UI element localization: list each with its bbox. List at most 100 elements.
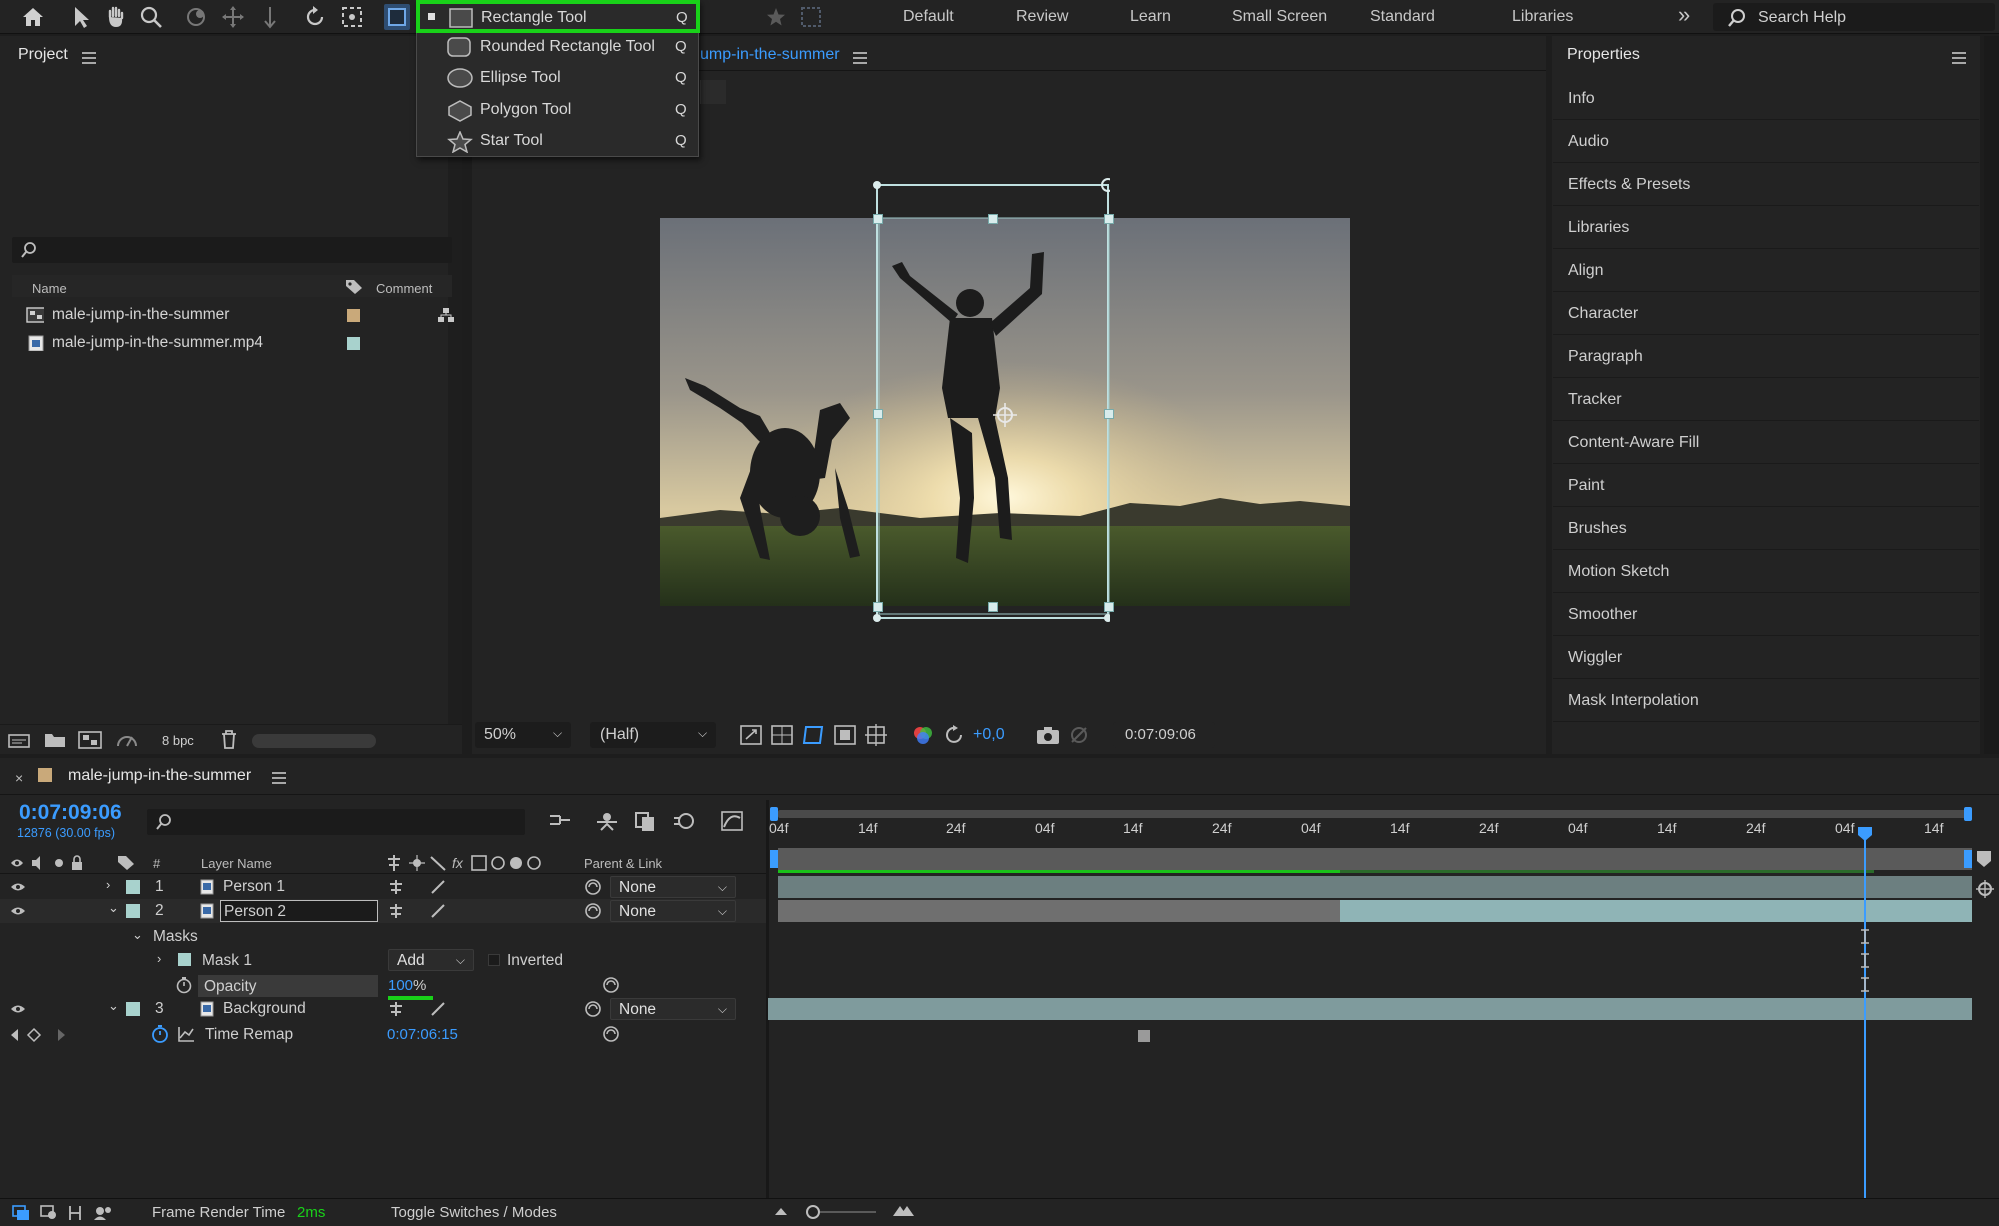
mask-handle[interactable] — [1104, 602, 1114, 612]
column-layer-name[interactable]: Layer Name — [201, 856, 272, 871]
label-tag-icon[interactable] — [117, 855, 135, 871]
workspace-default[interactable]: Default — [903, 8, 954, 26]
playhead-handle[interactable] — [1857, 826, 1873, 842]
mask-handle[interactable] — [1104, 214, 1114, 224]
project-item-comp[interactable]: male-jump-in-the-summer — [22, 303, 455, 327]
inverted-checkbox[interactable] — [488, 954, 500, 966]
home-icon[interactable] — [20, 4, 46, 30]
color-channels-icon[interactable] — [912, 725, 934, 745]
marker-icon[interactable] — [1974, 850, 1994, 868]
shy-switch-icon[interactable] — [388, 879, 404, 895]
time-remap-value[interactable]: 0:07:06:15 — [387, 1026, 458, 1043]
eye-icon[interactable] — [10, 904, 26, 918]
resolution-dropdown[interactable]: (Half) ⌵ — [590, 722, 716, 748]
transfer-controls-icon[interactable] — [40, 1205, 58, 1221]
mask-handle[interactable] — [873, 409, 883, 419]
keyframe-navigator[interactable] — [10, 1027, 66, 1043]
layer-bar-2[interactable] — [1340, 900, 1972, 922]
reset-exposure-icon[interactable] — [944, 725, 966, 745]
layer-label-swatch[interactable] — [126, 1002, 140, 1016]
shy-switch-icon[interactable] — [388, 903, 404, 919]
panel-paragraph[interactable]: Paragraph — [1553, 336, 1979, 378]
parent-dropdown[interactable]: None ⌵ — [610, 900, 736, 922]
selection-tool-icon[interactable] — [68, 4, 94, 30]
quality-switch-icon[interactable] — [430, 1001, 446, 1017]
time-navigator-start[interactable] — [770, 807, 778, 821]
pick-whip-icon[interactable] — [602, 976, 620, 994]
opacity-value[interactable]: 100% — [388, 977, 426, 994]
panel-brushes[interactable]: Brushes — [1553, 508, 1979, 550]
eye-icon[interactable] — [10, 880, 26, 894]
menu-item-star-tool[interactable]: Star Tool Q — [417, 126, 698, 157]
graph-icon[interactable] — [177, 1026, 195, 1042]
collapse-chevron-icon[interactable]: ⌄ — [108, 998, 119, 1014]
quality-switch-icon[interactable] — [430, 903, 446, 919]
workspace-small-screen[interactable]: Small Screen — [1232, 8, 1327, 26]
shape-tool-icon[interactable] — [384, 4, 410, 30]
panel-menu-icon[interactable] — [1952, 52, 1966, 64]
fast-previews-icon[interactable] — [740, 725, 762, 745]
layer-name[interactable]: Background — [223, 1000, 306, 1018]
workspace-libraries[interactable]: Libraries — [1512, 8, 1573, 26]
layer-name[interactable]: Person 1 — [223, 878, 285, 896]
collapse-chevron-icon[interactable]: ⌄ — [132, 927, 143, 943]
bit-depth-label[interactable]: 8 bpc — [162, 733, 194, 748]
exposure-value[interactable]: +0,0 — [973, 726, 1005, 744]
project-item-footage[interactable]: male-jump-in-the-summer.mp4 — [22, 331, 452, 355]
stopwatch-icon[interactable] — [175, 976, 193, 994]
menu-item-ellipse-tool[interactable]: Ellipse Tool Q — [417, 63, 698, 94]
close-tab-icon[interactable]: × — [15, 770, 23, 786]
thumbnail-size-slider[interactable] — [252, 734, 376, 748]
menu-item-polygon-tool[interactable]: Polygon Tool Q — [417, 95, 698, 126]
interpret-footage-icon[interactable] — [8, 731, 30, 749]
pick-whip-icon[interactable] — [584, 1000, 602, 1018]
new-composition-icon[interactable] — [78, 731, 102, 749]
layer-name-edit-field[interactable]: Person 2 — [220, 900, 378, 922]
panel-motion-sketch[interactable]: Motion Sketch — [1553, 551, 1979, 593]
workspace-learn[interactable]: Learn — [1130, 8, 1171, 26]
pick-whip-icon[interactable] — [584, 902, 602, 920]
project-scrollbar[interactable] — [448, 104, 462, 754]
layer-bar-1[interactable] — [778, 876, 1972, 898]
panel-paint[interactable]: Paint — [1553, 465, 1979, 507]
grid-icon[interactable] — [798, 4, 824, 30]
shy-switch-icon[interactable] — [388, 1001, 404, 1017]
mask-handle[interactable] — [988, 602, 998, 612]
mask-visibility-icon[interactable] — [802, 725, 824, 745]
layer-bar-3[interactable] — [768, 998, 1972, 1020]
toggle-switches-modes-button[interactable]: Toggle Switches / Modes — [391, 1204, 557, 1221]
panel-menu-icon[interactable] — [82, 52, 96, 64]
dolly-camera-icon[interactable] — [257, 4, 283, 30]
panel-info[interactable]: Info — [1553, 78, 1979, 120]
workspace-standard[interactable]: Standard — [1370, 8, 1435, 26]
expand-chevron-icon[interactable]: › — [157, 951, 161, 966]
panel-tracker[interactable]: Tracker — [1553, 379, 1979, 421]
flowchart-icon[interactable] — [437, 307, 455, 323]
current-time-display[interactable]: 0:07:09:06 — [1113, 722, 1215, 748]
zoom-slider-thumb[interactable] — [806, 1205, 820, 1219]
parent-dropdown[interactable]: None ⌵ — [610, 876, 736, 898]
frame-blending-icon[interactable] — [634, 810, 658, 832]
timeline-current-time[interactable]: 0:07:09:06 — [19, 801, 122, 825]
zoom-tool-icon[interactable] — [138, 4, 164, 30]
panel-menu-icon[interactable] — [853, 52, 867, 64]
panel-wiggler[interactable]: Wiggler — [1553, 637, 1979, 679]
panel-align[interactable]: Align — [1553, 250, 1979, 292]
transparency-grid-icon[interactable] — [771, 725, 793, 745]
layer-switches-icon[interactable] — [12, 1205, 30, 1221]
layer-label-swatch[interactable] — [126, 904, 140, 918]
av-features-icons[interactable] — [10, 855, 86, 871]
pick-whip-icon[interactable] — [602, 1025, 620, 1043]
mask-name[interactable]: Mask 1 — [202, 952, 252, 970]
column-name[interactable]: Name — [32, 281, 67, 296]
project-search-input[interactable] — [12, 237, 452, 263]
magnification-dropdown[interactable]: 50% ⌵ — [475, 722, 571, 748]
menu-item-rectangle-tool[interactable]: Rectangle Tool Q — [416, 0, 700, 33]
trash-icon[interactable] — [220, 730, 238, 750]
menu-item-rounded-rectangle-tool[interactable]: Rounded Rectangle Tool Q — [417, 32, 698, 63]
mask-handle[interactable] — [1104, 409, 1114, 419]
label-color-swatch[interactable] — [347, 337, 360, 350]
stopwatch-icon[interactable] — [150, 1024, 170, 1044]
panel-menu-icon[interactable] — [272, 772, 286, 784]
parent-dropdown[interactable]: None ⌵ — [610, 998, 736, 1020]
